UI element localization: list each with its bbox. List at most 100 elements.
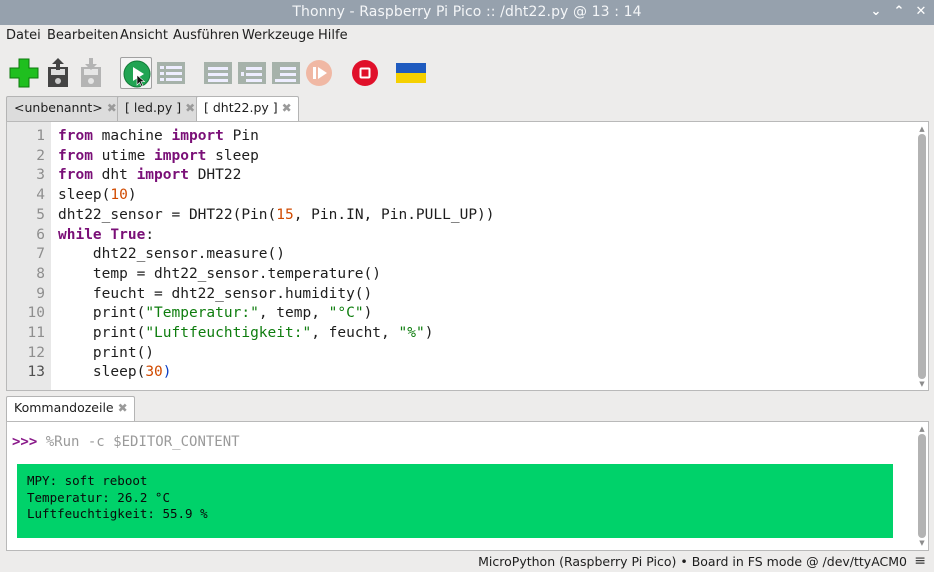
tab-led-py[interactable]: [ led.py ] ✖ xyxy=(117,96,203,121)
save-file-icon[interactable] xyxy=(75,57,107,89)
line-number: 2 xyxy=(36,147,45,164)
debug-icon[interactable] xyxy=(155,57,187,89)
code-line[interactable]: dht22_sensor.measure() xyxy=(58,246,285,262)
code-token: True xyxy=(110,226,146,243)
line-number: 1 xyxy=(36,128,45,144)
code-token: "%" xyxy=(398,325,425,341)
tab-kommandozeile[interactable]: Kommandozeile ✖ xyxy=(6,396,135,422)
output-line: Temperatur: 26.2 °C xyxy=(27,489,170,505)
code-line[interactable]: temp = dht22_sensor.temperature() xyxy=(58,266,381,282)
code-token: utime xyxy=(92,147,155,164)
code-line[interactable]: dht22_sensor = DHT22(Pin(15, Pin.IN, Pin… xyxy=(58,207,495,223)
tab-label: Kommandozeile xyxy=(14,400,114,415)
close-tab-icon[interactable]: ✖ xyxy=(118,401,128,415)
line-number: 6 xyxy=(36,226,45,243)
hamburger-menu-icon[interactable]: ≡ xyxy=(914,553,926,569)
close-tab-icon[interactable]: ✖ xyxy=(185,101,195,115)
menu-datei[interactable]: Datei xyxy=(6,28,41,43)
code-token: from xyxy=(58,167,93,184)
code-token: print( xyxy=(58,325,146,341)
scroll-down-icon[interactable]: ▼ xyxy=(918,539,926,547)
shell-panel[interactable]: >>> %Run -c $EDITOR_CONTENT MPY: soft re… xyxy=(6,421,929,551)
code-token: , temp, xyxy=(258,305,329,322)
tab-label: [ dht22.py ] xyxy=(204,100,278,115)
maximize-button[interactable]: ⌃ xyxy=(889,2,909,22)
code-token: 30 xyxy=(145,364,163,381)
line-number: 11 xyxy=(27,325,45,341)
scroll-up-icon[interactable]: ▲ xyxy=(918,425,926,433)
step-into-icon[interactable] xyxy=(236,57,268,89)
code-token: , feucht, xyxy=(311,325,399,341)
new-file-icon[interactable] xyxy=(8,57,40,89)
code-token: import xyxy=(154,147,207,164)
code-line[interactable]: from dht import DHT22 xyxy=(58,167,241,183)
scroll-up-icon[interactable]: ▲ xyxy=(918,125,926,133)
tab-unbenannt[interactable]: <unbenannt> ✖ xyxy=(6,96,124,121)
output-line: MPY: soft reboot xyxy=(27,473,148,488)
code-line[interactable]: sleep(30) xyxy=(58,364,172,380)
code-token: dht22_sensor = DHT22(Pin( xyxy=(58,206,277,223)
run-icon[interactable] xyxy=(120,57,152,89)
menu-bar: Datei Bearbeiten Ansicht Ausführen Werkz… xyxy=(0,25,934,47)
step-out-icon[interactable] xyxy=(270,57,302,89)
window-title: Thonny - Raspberry Pi Pico :: /dht22.py … xyxy=(292,4,642,20)
code-token: import xyxy=(171,128,224,144)
code-token: 10 xyxy=(110,187,128,204)
menu-ausfuehren[interactable]: Ausführen xyxy=(173,28,239,43)
code-line[interactable]: print("Temperatur:", temp, "°C") xyxy=(58,305,372,321)
line-number: 8 xyxy=(36,265,45,282)
code-line[interactable]: feucht = dht22_sensor.humidity() xyxy=(58,286,372,302)
code-line[interactable]: from utime import sleep xyxy=(58,148,259,164)
editor-tab-bar: <unbenannt> ✖ [ led.py ] ✖ [ dht22.py ] ✖ xyxy=(0,96,934,122)
shell-prompt-line: >>> %Run -c $EDITOR_CONTENT xyxy=(12,434,240,450)
open-file-icon[interactable] xyxy=(42,57,74,89)
line-number: 7 xyxy=(36,246,45,263)
shell-prompt: >>> xyxy=(12,434,38,450)
line-number: 13 xyxy=(27,364,45,381)
status-bar: MicroPython (Raspberry Pi Pico) • Board … xyxy=(0,552,934,572)
line-number: 12 xyxy=(27,344,45,361)
code-token: temp = dht22_sensor.temperature() xyxy=(58,265,382,282)
menu-bearbeiten[interactable]: Bearbeiten xyxy=(47,28,118,43)
code-token: while xyxy=(58,226,102,243)
toolbar xyxy=(0,47,934,97)
code-token: ) xyxy=(424,325,434,341)
code-token: sleep xyxy=(206,147,259,164)
code-line[interactable]: print() xyxy=(58,345,154,361)
shell-tab-bar: Kommandozeile ✖ xyxy=(0,396,934,422)
code-token: sleep( xyxy=(58,364,146,381)
resume-icon[interactable] xyxy=(303,57,335,89)
line-number: 3 xyxy=(36,167,45,184)
close-tab-icon[interactable]: ✖ xyxy=(282,101,292,115)
code-token: print( xyxy=(58,305,146,322)
menu-ansicht[interactable]: Ansicht xyxy=(120,28,168,43)
interpreter-status[interactable]: MicroPython (Raspberry Pi Pico) • Board … xyxy=(478,554,907,569)
code-line[interactable]: from machine import Pin xyxy=(58,128,259,144)
code-line[interactable]: sleep(10) xyxy=(58,187,137,203)
code-editor[interactable]: 1 2 3 4 5 6 7 8 9 10 11 12 13 from machine import Pi… xyxy=(6,121,929,391)
step-over-icon[interactable] xyxy=(202,57,234,89)
close-tab-icon[interactable]: ✖ xyxy=(107,101,117,115)
minimize-button[interactable]: ⌄ xyxy=(866,2,886,22)
ukraine-flag-icon[interactable] xyxy=(395,57,427,89)
shell-command: %Run -c $EDITOR_CONTENT xyxy=(37,434,240,450)
code-line[interactable]: while True: xyxy=(58,227,154,243)
shell-scrollbar[interactable] xyxy=(918,434,926,538)
code-token: from xyxy=(58,128,93,144)
output-line: Luftfeuchtigkeit: 55.9 % xyxy=(27,506,208,521)
code-line[interactable]: print("Luftfeuchtigkeit:", feucht, "%") xyxy=(58,325,434,341)
editor-scrollbar[interactable] xyxy=(918,134,926,379)
code-token: "Luftfeuchtigkeit:" xyxy=(145,325,312,341)
close-window-button[interactable]: ✕ xyxy=(911,2,931,22)
title-bar: Thonny - Raspberry Pi Pico :: /dht22.py … xyxy=(0,0,934,25)
menu-hilfe[interactable]: Hilfe xyxy=(318,28,348,43)
stop-icon[interactable] xyxy=(349,57,381,89)
line-number: 10 xyxy=(27,305,45,322)
tab-dht22-py[interactable]: [ dht22.py ] ✖ xyxy=(196,96,299,122)
code-token: feucht = dht22_sensor.humidity() xyxy=(58,285,373,302)
scroll-down-icon[interactable]: ▼ xyxy=(918,380,926,388)
code-token: import xyxy=(136,167,189,184)
menu-werkzeuge[interactable]: Werkzeuge xyxy=(242,28,314,43)
code-token: , Pin.IN, Pin.PULL_UP)) xyxy=(293,206,495,223)
code-token: print() xyxy=(58,344,155,361)
